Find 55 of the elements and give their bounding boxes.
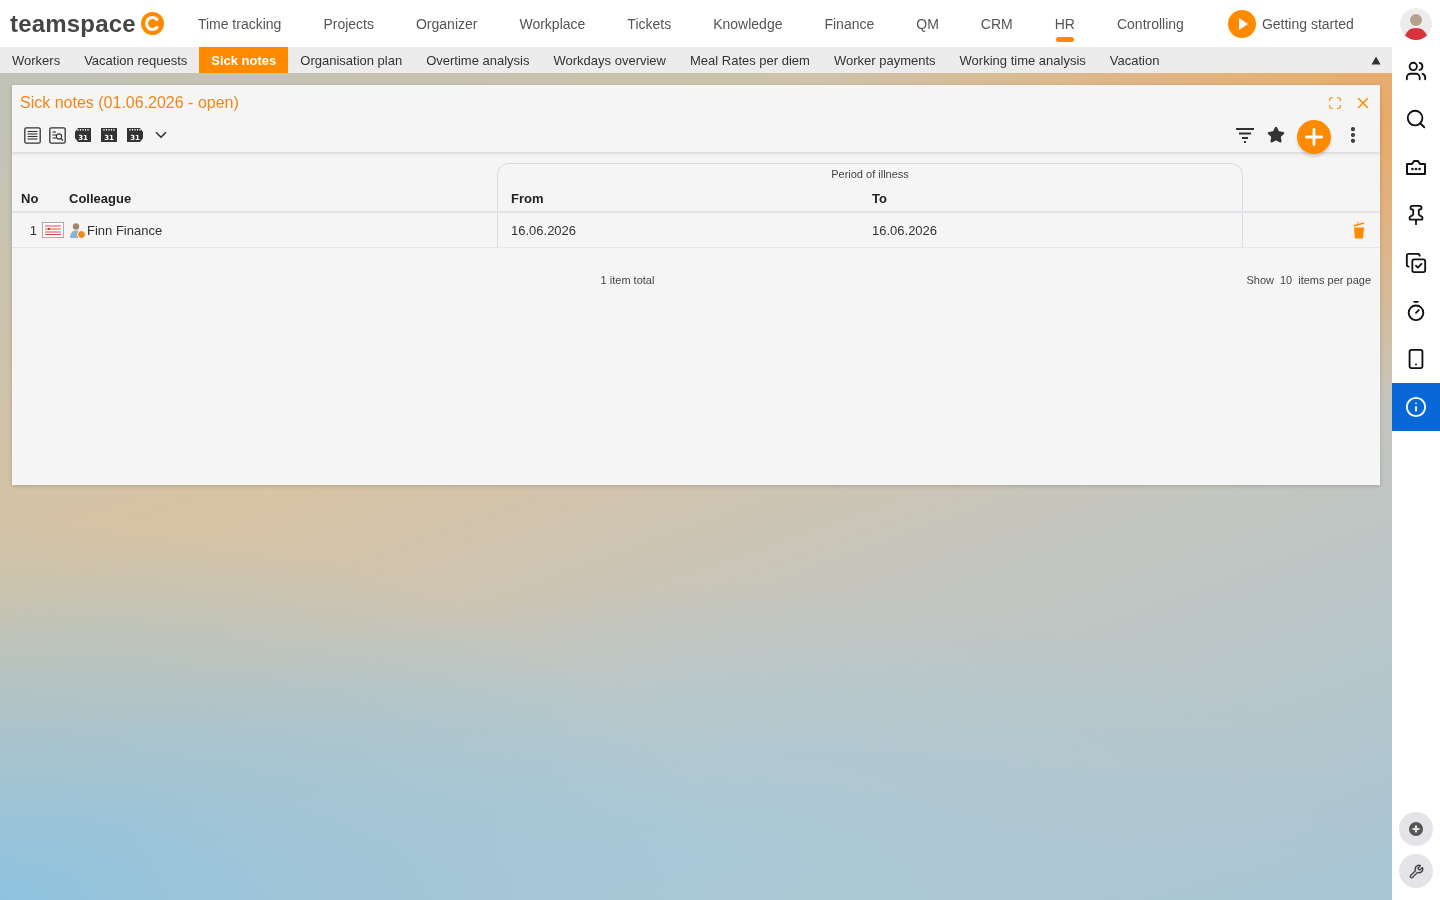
nav-item[interactable]: Tickets [627,0,672,47]
sub-tab[interactable]: Worker payments [821,47,948,73]
search-icon [1405,108,1427,130]
row-number: 1 [28,221,38,240]
getting-started-button[interactable]: Getting started [1227,9,1354,38]
table-cell-text: 16.06.2026 [871,222,938,238]
stacked-check-icon [1405,252,1427,274]
column-header: From [497,185,860,211]
nav-item[interactable]: Projects [323,0,374,47]
table-cell: Finn Finance [86,222,163,238]
nav-item[interactable]: QM [916,0,939,47]
logo-text: teamspace [10,9,136,38]
sub-tab[interactable]: Workdays overview [541,47,678,73]
play-icon [1227,9,1256,38]
logo-icon [140,12,164,35]
sub-tab[interactable]: Organisation plan [288,47,415,73]
avatar[interactable] [1400,7,1432,40]
nav-item[interactable]: Finance [824,0,875,47]
panel-title: Sick notes (01.06.2026 - open) [20,93,239,112]
plus-circle-icon [1409,822,1423,836]
table-cell-text: 16.06.2026 [510,222,577,238]
sub-tab[interactable]: Working time analysis [947,47,1098,73]
nav-item[interactable]: Controlling [1116,0,1184,47]
filter-icon[interactable] [1235,127,1255,143]
stopwatch-icon [1405,300,1427,322]
sub-tab[interactable]: Meal Rates per diem [678,47,822,73]
nav-item[interactable]: CRM [980,0,1013,47]
nav-item[interactable]: HR [1054,0,1075,47]
collapse-icon[interactable] [1371,55,1381,65]
nav-item[interactable]: Knowledge [713,0,783,47]
page-size[interactable]: 10 [1280,274,1293,286]
nav-item[interactable]: Workplace [519,0,586,47]
tools-button[interactable] [1399,854,1433,888]
search-list-icon[interactable] [49,126,66,144]
column-group-header: Period of illness [497,163,1243,185]
wrench-icon [1408,863,1424,879]
add-widget-button[interactable] [1399,812,1433,846]
column-header: Colleague [68,189,133,208]
column-header: No [20,189,40,208]
pager-label: items per page [1298,274,1371,286]
nav-item[interactable]: Time tracking [197,0,282,47]
info-icon [1405,396,1427,418]
sub-tab[interactable]: Vacation requests [72,47,200,73]
star-icon[interactable] [1267,126,1285,144]
list-view-icon[interactable] [24,126,41,144]
nav-item[interactable]: Organizer [416,0,478,47]
form-icon [42,222,64,238]
people-icon [1405,60,1427,82]
column-header: To [860,185,1243,211]
item-total: 1 item total [599,274,656,286]
sub-tab[interactable]: Overtime analysis [414,47,542,73]
sub-tab[interactable]: Vacation [1097,47,1172,73]
pager-label: Show [1246,274,1274,286]
user-icon [69,221,86,239]
sub-tab[interactable]: Workers [0,47,73,73]
